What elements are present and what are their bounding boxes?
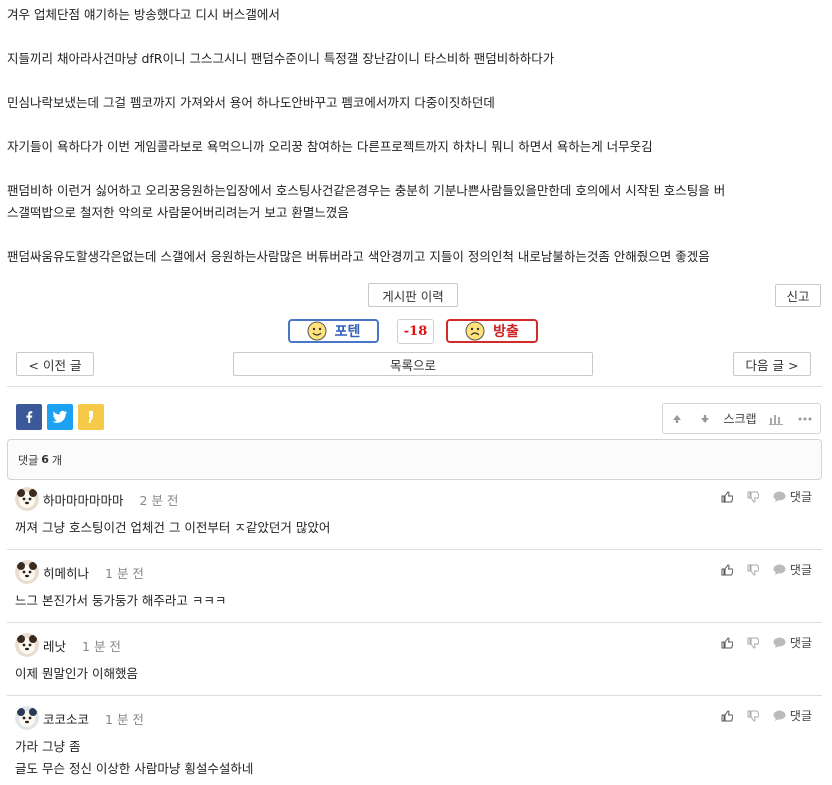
thumbs-up-icon[interactable] [721,709,733,722]
reply-button[interactable]: 댓글 [790,634,812,651]
comment-item: 히메히나 1 분 전 댓글 느그 본진가서 둥가둥가 해주라고 ㅋㅋㅋ [7,560,822,612]
article-paragraph: 스갤떡밥으로 철저한 악의로 사람묻어버리려는거 보고 환멸느꼈음 [7,205,349,220]
comment-line: 이제 뭔말인가 이해했음 [15,666,138,681]
reply-button[interactable]: 댓글 [790,707,812,724]
board-history-button[interactable]: 게시판 이력 [368,283,458,307]
thumbs-down-icon[interactable] [747,637,759,649]
comment-item: 레낫 1 분 전 댓글 이제 뭔말인가 이해했음 [7,633,822,685]
comment-item: 하마마마마마마 2 분 전 댓글 꺼져 그냥 호스팅이건 업체건 그 이전부터 … [7,487,822,539]
post-page: 겨우 업체단점 얘기하는 방송했다고 디시 버스갤에서 지들끼리 채아라사건마냥… [0,0,832,785]
thumbs-down-icon[interactable] [747,491,759,503]
article-paragraph: 지들끼리 채아라사건마냥 dfR이니 그스그시니 팬덤수준이니 특정갤 장난감이… [7,51,555,66]
report-button[interactable]: 신고 [775,284,821,307]
speech-bubble-icon[interactable] [773,637,786,648]
speech-bubble-icon[interactable] [773,710,786,721]
scroll-up-icon[interactable] [663,413,691,425]
prev-post-button[interactable]: < 이전 글 [16,352,94,376]
article-paragraph: 겨우 업체단점 얘기하는 방송했다고 디시 버스갤에서 [7,7,280,22]
comment-body: 이제 뭔말인가 이해했음 [15,663,822,685]
comment-body: 꺼져 그냥 호스팅이건 업체건 그 이전부터 ㅈ같았던거 많았어 [15,517,822,539]
twitter-share-icon[interactable] [47,404,73,430]
comment-line: 글도 무슨 정신 이상한 사람마냥 횡설수설하네 [15,761,254,776]
comment-time: 1 분 전 [105,565,144,581]
potent-label: 포텐 [334,324,361,340]
comment-line: 가라 그냥 좀 [15,739,81,754]
kakao-share-icon[interactable] [78,404,104,430]
post-toolbar: 스크랩 [662,403,821,434]
scrap-button[interactable]: 스크랩 [719,410,761,427]
thumbs-up-face-icon [307,321,327,341]
comment-author[interactable]: 레낫 [43,636,66,655]
comment-count-bar: 댓글 6 개 [7,439,822,480]
divider [7,386,822,387]
thumbs-up-icon[interactable] [721,490,733,503]
stats-icon[interactable] [761,413,791,425]
vote-score: -18 [397,319,434,344]
comment-author[interactable]: 하마마마마마마 [43,490,124,509]
article-paragraph: 팬덤비하 이런거 싫어하고 오리꿍응원하는입장에서 호스팅사건같은경우는 충분히… [7,183,726,198]
divider [7,622,822,623]
thumbs-up-icon[interactable] [721,563,733,576]
speech-bubble-icon[interactable] [773,564,786,575]
thumbs-down-icon[interactable] [747,710,759,722]
avatar [15,487,39,511]
reply-button[interactable]: 댓글 [790,561,812,578]
thumbs-down-icon[interactable] [747,564,759,576]
article-paragraph: 자기들이 욕하다가 이번 게임콜라보로 욕먹으니까 오리꿍 참여하는 다른프로젝… [7,139,653,154]
comment-author[interactable]: 히메히나 [43,563,89,582]
comment-body: 가라 그냥 좀 글도 무슨 정신 이상한 사람마냥 횡설수설하네 [15,736,822,780]
comment-count-prefix: 댓글 [18,453,39,467]
thumbs-up-icon[interactable] [721,636,733,649]
avatar [15,706,39,730]
comment-line: 느그 본진가서 둥가둥가 해주라고 ㅋㅋㅋ [15,593,227,608]
divider [7,695,822,696]
avatar [15,560,39,584]
thumbs-down-face-icon [465,321,485,341]
comment-item: 코코소코 1 분 전 댓글 가라 그냥 좀 글도 무슨 정신 이상한 사람마냥 … [7,706,822,780]
comment-line: 꺼져 그냥 호스팅이건 업체건 그 이전부터 ㅈ같았던거 많았어 [15,520,331,535]
scroll-down-icon[interactable] [691,413,719,425]
article-paragraph: 민심나락보냈는데 그걸 펨코까지 가져와서 용어 하나도안바꾸고 펨코에서까지 … [7,95,495,110]
comment-author[interactable]: 코코소코 [43,709,89,728]
article-paragraph: 팬덤싸움유도할생각은없는데 스갤에서 응원하는사람많은 버튜버라고 색안경끼고 … [7,249,710,264]
article-body: 겨우 업체단점 얘기하는 방송했다고 디시 버스갤에서 지들끼리 채아라사건마냥… [7,0,822,268]
potent-vote-button[interactable]: 포텐 [288,319,379,343]
avatar [15,633,39,657]
reply-button[interactable]: 댓글 [790,488,812,505]
comment-time: 1 분 전 [82,638,121,654]
next-post-button[interactable]: 다음 글 > [733,352,811,376]
more-icon[interactable] [791,417,819,421]
comment-body: 느그 본진가서 둥가둥가 해주라고 ㅋㅋㅋ [15,590,822,612]
facebook-share-icon[interactable] [16,404,42,430]
divider [7,549,822,550]
release-vote-button[interactable]: 방출 [446,319,538,343]
comment-count-value: 6 [41,453,49,466]
comment-time: 1 분 전 [105,711,144,727]
release-label: 방출 [493,324,519,340]
list-button[interactable]: 목록으로 [233,352,593,376]
comment-time: 2 분 전 [139,492,179,508]
speech-bubble-icon[interactable] [773,491,786,502]
comment-count-suffix: 개 [51,453,63,467]
